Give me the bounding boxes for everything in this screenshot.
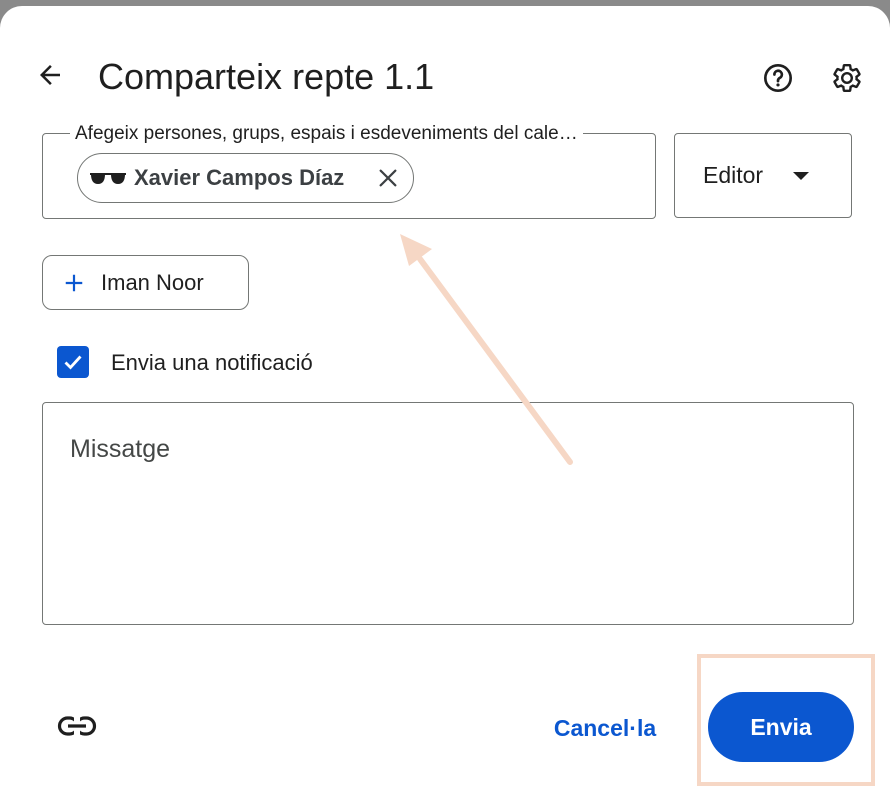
notify-checkbox[interactable] [57,346,89,378]
notify-label: Envia una notificació [111,350,313,375]
suggested-person-button[interactable]: Iman Noor [42,255,249,310]
help-circle-icon [764,64,792,92]
role-dropdown-value: Editor [703,162,764,188]
arrow-left-icon [40,65,60,85]
sunglasses-icon [88,166,128,190]
people-input-label: Afegeix persones, grups, espais i esdeve… [70,122,583,146]
cancel-button[interactable]: Cancel·la [540,706,670,750]
caret-down-icon [793,171,809,180]
role-dropdown[interactable]: Editor [674,133,852,218]
settings-button[interactable] [825,56,869,100]
close-icon[interactable] [375,165,401,191]
send-button[interactable]: Envia [708,692,854,762]
suggested-person-label: Iman Noor [101,269,204,295]
back-button[interactable] [28,53,72,97]
person-chip[interactable]: Xavier Campos Díaz [77,153,414,203]
link-icon [57,716,97,736]
checkmark-icon [64,355,82,370]
message-textarea[interactable] [42,402,854,625]
gear-icon [833,64,861,92]
plus-icon [61,270,87,296]
help-button[interactable] [756,56,800,100]
person-chip-name: Xavier Campos Díaz [134,165,345,190]
dialog-title: Comparteix repte 1.1 [98,56,435,97]
copy-link-button[interactable] [55,704,99,748]
share-dialog: Comparteix repte 1.1 Afegeix persones, g… [0,6,890,794]
